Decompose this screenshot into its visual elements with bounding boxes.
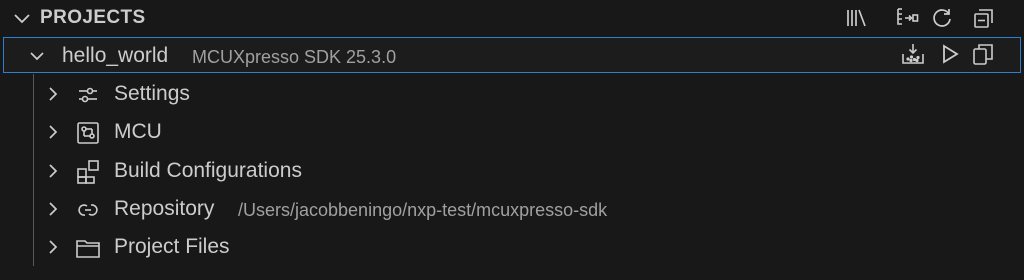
tree-item-build-configurations[interactable]: Build Configurations [34,152,1020,190]
tree-item-repository[interactable]: Repository /Users/jacobbeningo/nxp-test/… [34,190,1020,228]
folder-icon [74,234,102,262]
project-sdk-version: MCUXpresso SDK 25.3.0 [192,47,397,67]
collapse-all-icon[interactable] [971,5,997,31]
tree-item-label: MCU [114,120,162,143]
tree-item-mcu[interactable]: MCU [34,113,1020,151]
library-icon[interactable] [844,5,870,31]
project-row[interactable]: hello_world MCUXpresso SDK 25.3.0 [3,37,1021,73]
section-title: PROJECTS [40,7,146,28]
tree-item-label: Project Files [114,235,230,258]
chevron-right-icon[interactable] [44,123,62,141]
settings-sliders-icon [74,81,102,109]
tree-item-label: Settings [114,82,190,105]
projects-section-header[interactable]: PROJECTS [0,0,1024,36]
chevron-right-icon[interactable] [44,238,62,256]
tree-item-label: Build Configurations [114,159,302,182]
chip-icon [74,119,102,147]
chevron-down-icon[interactable] [28,47,46,65]
build-icon[interactable] [900,41,926,67]
chevron-right-icon[interactable] [44,85,62,103]
extensions-icon [74,158,102,186]
chevron-right-icon[interactable] [44,200,62,218]
tree-item-label: Repository [114,197,215,220]
project-name: hello_world [62,44,169,67]
tree-item-project-files[interactable]: Project Files [34,228,1020,266]
link-icon [74,196,102,224]
chevron-right-icon[interactable] [44,162,62,180]
chevron-down-icon[interactable] [12,8,32,28]
run-icon[interactable] [937,41,963,67]
refresh-icon[interactable] [929,5,955,31]
repository-path: /Users/jacobbeningo/nxp-test/mcuxpresso-… [238,200,608,220]
tree-item-settings[interactable]: Settings [34,75,1020,113]
copy-icon[interactable] [970,41,996,67]
import-project-icon[interactable] [894,5,920,31]
